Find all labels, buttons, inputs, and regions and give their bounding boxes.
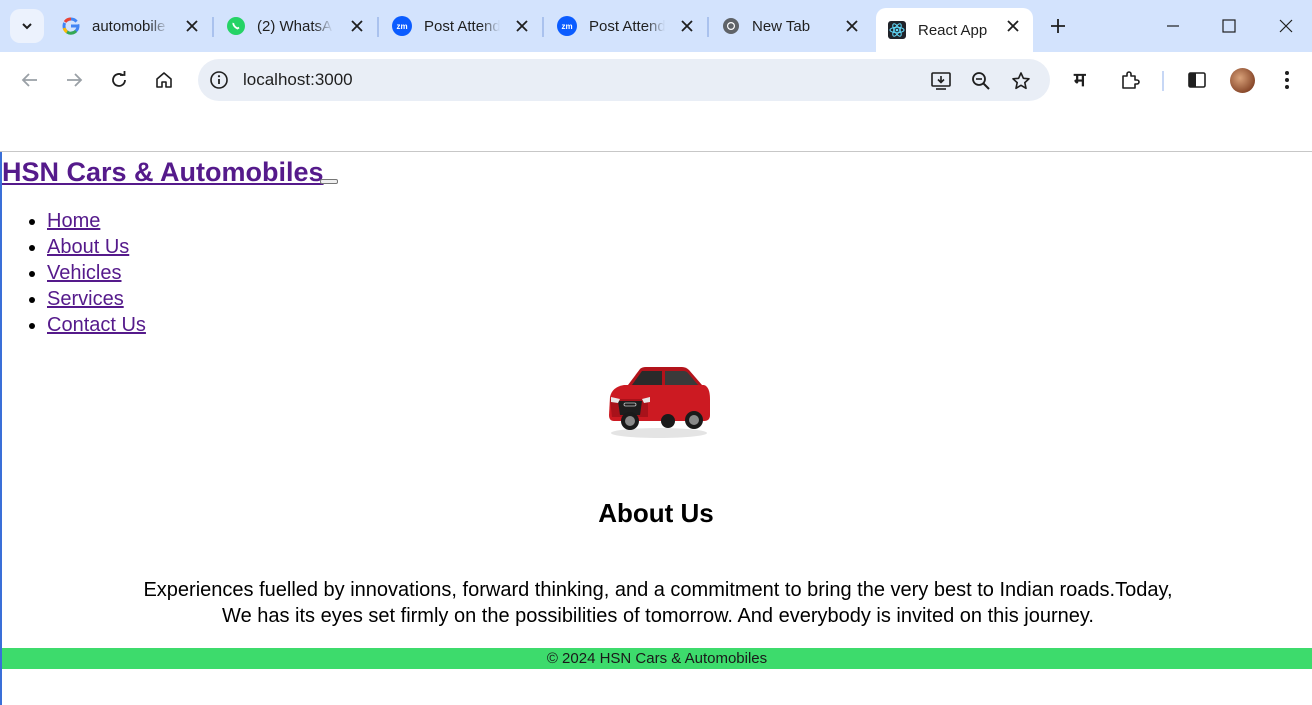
footer: © 2024 HSN Cars & Automobiles [2, 648, 1312, 669]
side-panel-icon [1188, 72, 1206, 88]
tab-title: automobile [92, 17, 166, 35]
close-tab-icon[interactable] [347, 16, 367, 36]
close-tab-icon[interactable] [182, 16, 202, 36]
tab-title: Post Attendee [589, 17, 665, 35]
nav-item: Vehicles [47, 260, 146, 286]
tab-separator [377, 17, 379, 37]
about-heading: About Us [598, 498, 714, 528]
reload-icon [112, 71, 126, 87]
arrow-right-icon [67, 73, 83, 87]
navbar-toggler-button[interactable] [320, 179, 338, 184]
whatsapp-icon [227, 17, 245, 35]
tab-title: React App [918, 21, 988, 39]
menu-button[interactable] [1273, 66, 1301, 94]
close-window-button[interactable] [1271, 12, 1301, 40]
google-icon [62, 17, 80, 35]
chevron-down-icon [22, 23, 32, 30]
close-icon [1279, 19, 1293, 33]
chrome-icon [722, 17, 740, 35]
zoom-icon: zm [392, 16, 412, 36]
zoom-icon: zm [557, 16, 577, 36]
url-text[interactable]: localhost:3000 [243, 70, 353, 90]
tab-title: (2) WhatsApp [257, 17, 333, 35]
brand-link[interactable]: HSN Cars & Automobiles [2, 157, 324, 188]
nav-list: Home About Us Vehicles Services Contact … [47, 208, 146, 338]
maximize-icon [1222, 19, 1236, 33]
nav-item: About Us [47, 234, 146, 260]
close-tab-icon[interactable] [512, 16, 532, 36]
site-info-icon[interactable] [208, 69, 230, 91]
tab-react-app[interactable]: React App [876, 8, 1033, 52]
new-tab-button[interactable] [1046, 14, 1070, 38]
tab-zoom-2[interactable]: zm Post Attendee [545, 8, 707, 44]
nav-item: Contact Us [47, 312, 146, 338]
nav-link-services[interactable]: Services [47, 288, 124, 310]
tab-new-tab[interactable]: New Tab [710, 8, 872, 44]
tab-separator [707, 17, 709, 37]
tab-google[interactable]: automobile [50, 8, 212, 44]
tab-whatsapp[interactable]: (2) WhatsApp [215, 8, 377, 44]
nav-item: Home [47, 208, 146, 234]
tab-separator [212, 17, 214, 37]
forward-button[interactable] [60, 66, 88, 94]
address-bar[interactable]: localhost:3000 [198, 59, 1050, 101]
plus-icon [1051, 19, 1065, 33]
zoom-out-icon[interactable] [969, 69, 993, 93]
home-icon [156, 72, 172, 88]
bookmark-star-icon[interactable] [1009, 69, 1033, 93]
react-icon [888, 21, 906, 39]
close-tab-icon[interactable] [1003, 16, 1023, 36]
side-panel-button[interactable] [1183, 66, 1211, 94]
home-button[interactable] [150, 66, 178, 94]
minimize-icon [1167, 25, 1179, 27]
puzzle-icon [1122, 71, 1140, 89]
nav-link-home[interactable]: Home [47, 210, 100, 232]
maximize-button[interactable] [1214, 12, 1244, 40]
tab-separator [542, 17, 544, 37]
close-tab-icon[interactable] [842, 16, 862, 36]
install-app-icon[interactable] [929, 69, 953, 93]
tab-strip: automobile (2) WhatsApp zm Post Attendee… [0, 0, 1312, 52]
reload-button[interactable] [105, 66, 133, 94]
back-button[interactable] [16, 66, 44, 94]
extensions-button[interactable] [1116, 66, 1144, 94]
nav-link-about-us[interactable]: About Us [47, 236, 129, 258]
more-vertical-icon [1285, 71, 1289, 89]
tab-title: New Tab [752, 17, 811, 35]
about-text: Experiences fuelled by innovations, forw… [143, 579, 1173, 627]
nav-link-vehicles[interactable]: Vehicles [47, 262, 122, 284]
tab-title: Post Attendee [424, 17, 500, 35]
translate-button[interactable]: म [1074, 66, 1085, 92]
browser-toolbar: localhost:3000 म [0, 52, 1312, 108]
minimize-button[interactable] [1158, 12, 1188, 40]
profile-avatar[interactable] [1230, 68, 1255, 93]
car-image [609, 367, 710, 438]
arrow-left-icon [21, 73, 37, 87]
tab-search-button[interactable] [10, 9, 44, 43]
page-content: HSN Cars & Automobiles Home About Us Veh… [0, 152, 1312, 705]
toolbar-divider [1162, 71, 1164, 91]
nav-item: Services [47, 286, 146, 312]
close-tab-icon[interactable] [677, 16, 697, 36]
tab-zoom[interactable]: zm Post Attendee [380, 8, 542, 44]
nav-link-contact-us[interactable]: Contact Us [47, 314, 146, 336]
